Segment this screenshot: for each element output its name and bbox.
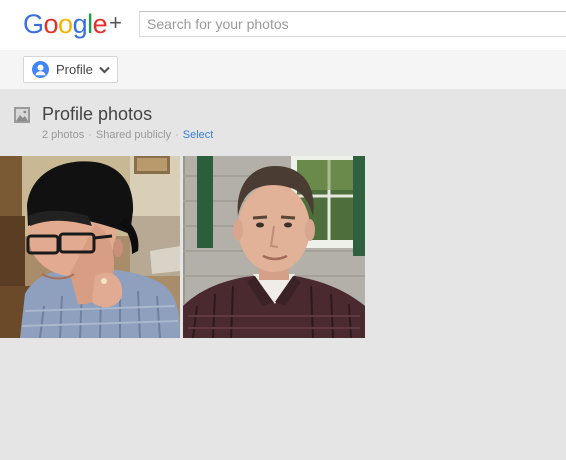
logo-letter-o1: o: [43, 9, 59, 39]
person-avatar-icon: [32, 61, 49, 78]
visibility-status: Shared publicly: [95, 129, 172, 141]
meta-separator: ·: [88, 129, 92, 141]
logo-plus: +: [109, 10, 122, 35]
logo-letter-g2: g: [72, 9, 88, 39]
select-link[interactable]: Select: [183, 129, 214, 141]
profile-dropdown-label: Profile: [56, 62, 93, 77]
sub-nav-bar: Profile: [0, 50, 566, 90]
album-title: Profile photos: [42, 104, 153, 124]
profile-photo-thumbnail[interactable]: [183, 156, 365, 338]
photo-count: 2 photos: [42, 129, 85, 141]
logo-letter-e: e: [92, 9, 108, 39]
profile-photo-thumbnail[interactable]: [0, 156, 180, 338]
logo-letter-g: G: [23, 9, 44, 39]
chevron-down-icon: [99, 66, 110, 74]
photo-search-input[interactable]: [139, 11, 566, 37]
top-bar: Google+: [0, 0, 566, 50]
photo-album-icon: [14, 107, 30, 123]
photo-image-man-in-cap: [0, 156, 180, 338]
profile-dropdown-button[interactable]: Profile: [23, 56, 118, 83]
google-plus-logo[interactable]: Google+: [23, 6, 122, 41]
meta-separator: ·: [175, 129, 179, 141]
logo-letter-o2: o: [58, 9, 73, 39]
photo-image-man-portrait: [183, 156, 365, 338]
album-meta: 2 photos · Shared publicly · Select: [42, 129, 213, 141]
